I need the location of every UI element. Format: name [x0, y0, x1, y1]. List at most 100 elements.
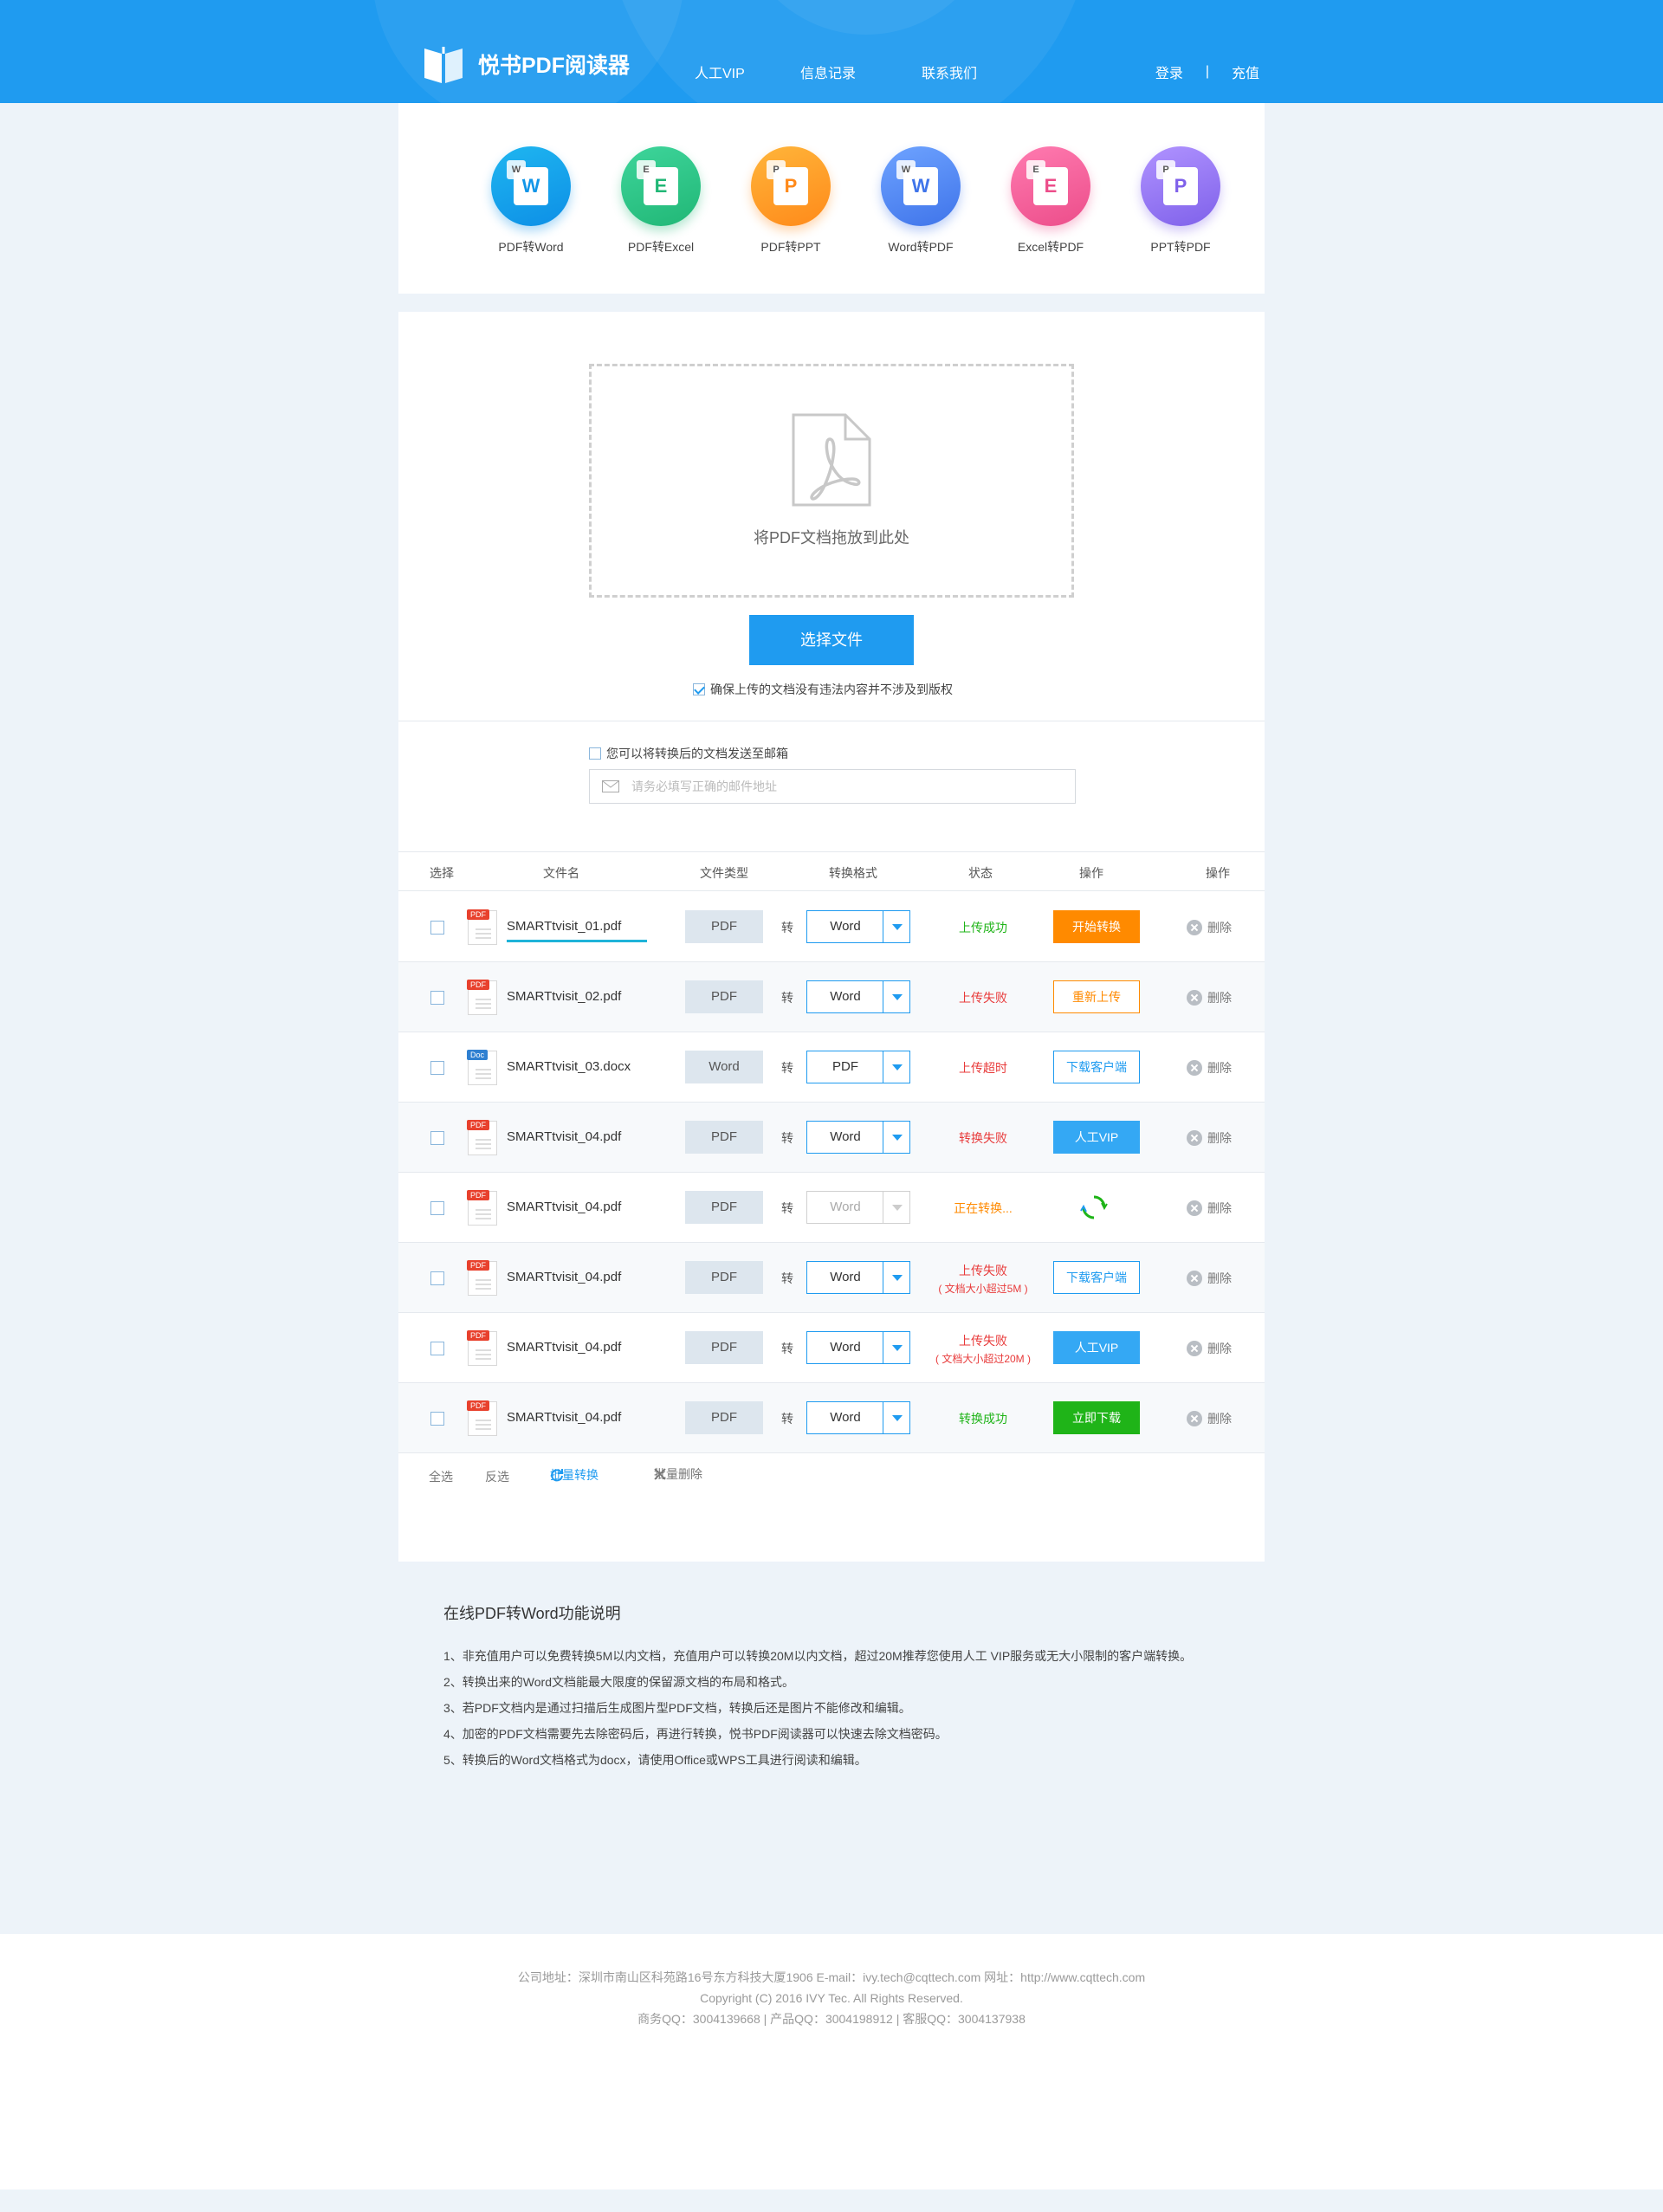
tool-excel-to-pdf[interactable]: E E Excel转PDF: [986, 146, 1116, 255]
file-tag: Doc: [467, 1050, 489, 1060]
delete-icon: [1187, 1411, 1202, 1426]
delete-button[interactable]: 删除: [1187, 1129, 1232, 1147]
to-label: 转: [781, 991, 793, 1005]
chevron-down-icon: [883, 981, 909, 1012]
row-action-button[interactable]: 开始转换: [1053, 910, 1140, 943]
tool-label: Excel转PDF: [1017, 240, 1084, 254]
tool-pdf-to-ppt[interactable]: P P PDF转PPT: [726, 146, 856, 255]
table-row: PDF SMARTtvisit_02.pdf PDF 转 Word 上传失败 重新上传 删除: [398, 962, 1265, 1032]
agreement-checkbox[interactable]: [693, 683, 705, 695]
recharge-link[interactable]: 充值: [1232, 61, 1259, 82]
description-item: 1、非充值用户可以免费转换5M以内文档，充值用户可以转换20M以内文档，超过20…: [443, 1649, 1193, 1663]
excel-to-pdf-icon: EE: [1011, 146, 1090, 226]
row-checkbox[interactable]: [430, 991, 444, 1005]
status-text: 转换成功: [927, 1410, 1039, 1427]
row-action-button[interactable]: 下载客户端: [1053, 1261, 1140, 1294]
invert-selection-button[interactable]: 反选: [485, 1468, 509, 1485]
file-name: SMARTtvisit_01.pdf: [507, 919, 622, 934]
email-checkbox[interactable]: [589, 747, 601, 760]
tool-badge: E: [637, 160, 656, 179]
format-value: Word: [830, 989, 861, 1004]
format-select: Word: [806, 1191, 910, 1224]
row-action-button[interactable]: 重新上传: [1053, 980, 1140, 1013]
status-detail: ( 文档大小超过20M ): [935, 1353, 1031, 1365]
status-label: 上传超时: [959, 1061, 1007, 1075]
pdf-file-icon: PDF: [467, 1400, 497, 1436]
status-label: 上传成功: [959, 921, 1007, 935]
delete-button[interactable]: 删除: [1187, 919, 1232, 936]
user-links: 登录 | 充值: [1155, 61, 1259, 82]
status-text: 上传成功: [927, 919, 1039, 936]
nav-vip[interactable]: 人工VIP: [695, 61, 745, 82]
batch-convert-button[interactable]: 批量转换: [550, 1468, 599, 1482]
app-logo[interactable]: 悦书PDF阅读器: [423, 43, 630, 85]
row-action-button[interactable]: 人工VIP: [1053, 1121, 1140, 1154]
chevron-down-icon: [883, 1122, 909, 1153]
col-format: 转换格式: [829, 866, 877, 880]
delete-button[interactable]: 删除: [1187, 1270, 1232, 1287]
file-name: SMARTtvisit_04.pdf: [507, 1129, 622, 1144]
tool-ppt-to-pdf[interactable]: P P PPT转PDF: [1116, 146, 1246, 255]
delete-label: 删除: [1207, 1061, 1232, 1075]
tool-letter: E: [1044, 175, 1058, 197]
pdf-file-icon: [792, 413, 871, 507]
tool-label: Word转PDF: [888, 240, 954, 254]
status-text: 上传失败: [927, 989, 1039, 1006]
format-select[interactable]: Word: [806, 1401, 910, 1434]
tool-word-to-pdf[interactable]: W W Word转PDF: [856, 146, 986, 255]
pdf-file-icon: PDF: [467, 1330, 497, 1366]
chevron-down-icon: [883, 1332, 909, 1363]
tool-label: PDF转PPT: [760, 240, 821, 254]
email-input[interactable]: [631, 779, 1075, 793]
format-select[interactable]: Word: [806, 910, 910, 943]
row-checkbox[interactable]: [430, 1412, 444, 1426]
tool-pdf-to-word[interactable]: W W PDF转Word: [466, 146, 596, 255]
format-value: Word: [830, 1129, 861, 1144]
description-title: 在线PDF转Word功能说明: [443, 1605, 621, 1622]
delete-button[interactable]: 删除: [1187, 989, 1232, 1006]
file-tag: PDF: [467, 1190, 489, 1200]
row-checkbox[interactable]: [430, 1131, 444, 1145]
select-all-button[interactable]: 全选: [429, 1468, 453, 1485]
status-label: 转换失败: [959, 1131, 1007, 1145]
file-table-header: 选择 文件名 文件类型 转换格式 状态 操作 操作: [398, 851, 1265, 891]
format-select[interactable]: PDF: [806, 1051, 910, 1083]
status-label: 上传失败: [959, 991, 1007, 1005]
row-checkbox[interactable]: [430, 1271, 444, 1285]
status-label: 上传失败: [959, 1264, 1007, 1277]
delete-icon: [1187, 1060, 1202, 1076]
row-action-button[interactable]: 人工VIP: [1053, 1331, 1140, 1364]
batch-delete-button[interactable]: 批量删除: [654, 1467, 702, 1481]
delete-button[interactable]: 删除: [1187, 1410, 1232, 1427]
select-file-button[interactable]: 选择文件: [749, 615, 914, 665]
delete-button[interactable]: 删除: [1187, 1340, 1232, 1357]
row-checkbox[interactable]: [430, 1201, 444, 1215]
nav-contact[interactable]: 联系我们: [922, 61, 977, 82]
tool-letter: P: [1174, 175, 1187, 197]
row-checkbox[interactable]: [430, 1342, 444, 1355]
row-checkbox[interactable]: [430, 1061, 444, 1075]
login-link[interactable]: 登录: [1155, 61, 1183, 82]
delete-button[interactable]: 删除: [1187, 1059, 1232, 1077]
row-action-button[interactable]: 下载客户端: [1053, 1051, 1140, 1083]
feature-description: 在线PDF转Word功能说明 1、非充值用户可以免费转换5M以内文档，充值用户可…: [443, 1601, 1223, 1773]
tool-pdf-to-excel[interactable]: E E PDF转Excel: [596, 146, 726, 255]
status-label: 转换成功: [959, 1412, 1007, 1426]
to-label: 转: [781, 1271, 793, 1285]
delete-button[interactable]: 删除: [1187, 1200, 1232, 1217]
top-header: 悦书PDF阅读器 人工VIP 信息记录 联系我们 登录 | 充值: [0, 0, 1663, 103]
format-select[interactable]: Word: [806, 1121, 910, 1154]
row-checkbox[interactable]: [430, 921, 444, 935]
file-tag: PDF: [467, 1330, 489, 1341]
nav-records[interactable]: 信息记录: [800, 61, 856, 82]
format-select[interactable]: Word: [806, 1331, 910, 1364]
delete-label: 删除: [1207, 921, 1232, 935]
tool-badge: W: [896, 160, 916, 179]
format-select[interactable]: Word: [806, 1261, 910, 1294]
format-select[interactable]: Word: [806, 980, 910, 1013]
tool-letter: E: [654, 175, 668, 197]
file-drop-zone[interactable]: 将PDF文档拖放到此处: [589, 364, 1074, 598]
format-value: Word: [830, 1340, 861, 1355]
status-text: 上传失败 ( 文档大小超过20M ): [927, 1332, 1039, 1366]
row-action-button[interactable]: 立即下载: [1053, 1401, 1140, 1434]
